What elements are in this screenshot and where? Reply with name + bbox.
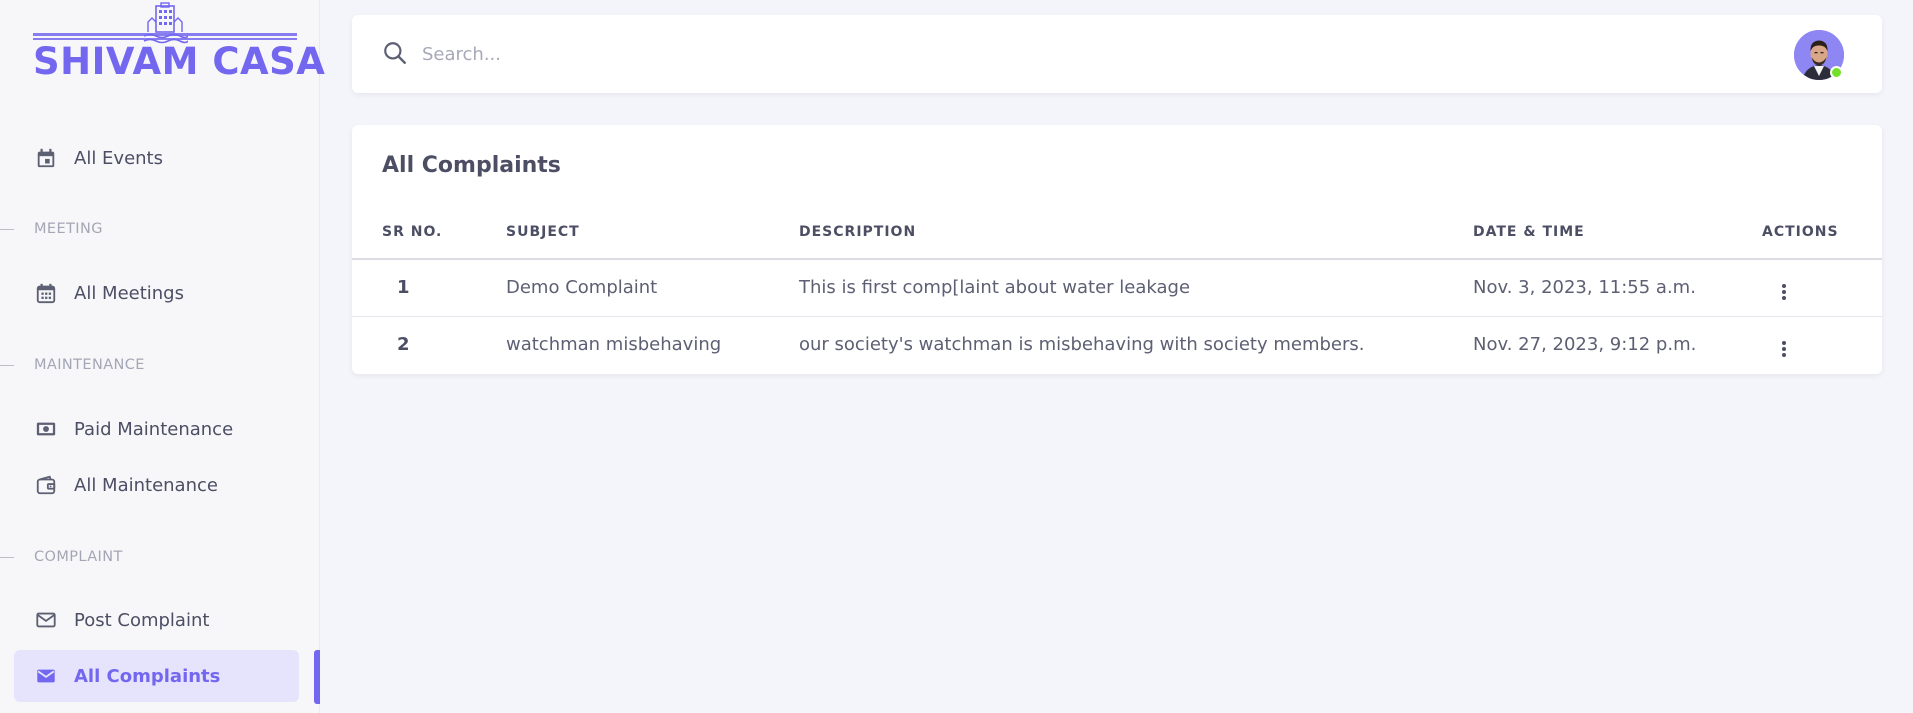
column-header-sr-no: SR NO. bbox=[382, 224, 443, 240]
section-title: MAINTENANCE bbox=[34, 357, 145, 373]
section-header-meeting: MEETING bbox=[0, 219, 103, 239]
sidebar-item-label: All Complaints bbox=[74, 665, 221, 687]
sidebar-item-label: All Events bbox=[74, 147, 163, 169]
column-header-subject: SUBJECT bbox=[506, 224, 580, 240]
sidebar-item-paid-maintenance[interactable]: Paid Maintenance bbox=[14, 403, 299, 455]
column-header-actions: ACTIONS bbox=[1762, 224, 1839, 240]
cell-sr-no: 1 bbox=[397, 277, 410, 298]
sidebar-item-all-maintenance[interactable]: All Maintenance bbox=[14, 459, 299, 511]
section-title: MEETING bbox=[34, 221, 103, 237]
sidebar-item-label: All Maintenance bbox=[74, 474, 218, 496]
cell-description: our society's watchman is misbehaving wi… bbox=[799, 334, 1365, 355]
calendar-grid-icon bbox=[34, 281, 58, 305]
section-title: COMPLAINT bbox=[34, 549, 123, 565]
complaints-card: All Complaints SR NO. SUBJECT DESCRIPTIO… bbox=[352, 125, 1882, 374]
section-divider bbox=[0, 364, 14, 366]
more-vertical-icon[interactable] bbox=[1772, 337, 1796, 361]
sidebar: SHIVAM CASA All Events MEETING All Meeti… bbox=[0, 0, 326, 713]
sidebar-item-label: Paid Maintenance bbox=[74, 418, 234, 440]
cell-date-time: Nov. 3, 2023, 11:55 a.m. bbox=[1473, 277, 1696, 298]
cell-description: This is first comp[laint about water lea… bbox=[799, 277, 1191, 298]
mail-filled-icon bbox=[34, 664, 58, 688]
app-root: SHIVAM CASA All Events MEETING All Meeti… bbox=[0, 0, 1913, 713]
section-divider bbox=[0, 556, 14, 558]
calendar-icon bbox=[34, 146, 58, 170]
online-status-indicator bbox=[1830, 66, 1843, 79]
row-divider bbox=[352, 316, 1882, 317]
building-icon bbox=[143, 2, 188, 44]
cell-subject: Demo Complaint bbox=[506, 277, 658, 298]
table-header-divider bbox=[352, 258, 1882, 260]
sidebar-item-all-events[interactable]: All Events bbox=[14, 132, 299, 184]
section-header-complaint: COMPLAINT bbox=[0, 547, 123, 567]
section-header-maintenance: MAINTENANCE bbox=[0, 355, 145, 375]
active-indicator bbox=[314, 650, 320, 704]
cell-sr-no: 2 bbox=[397, 334, 410, 355]
section-divider bbox=[0, 228, 14, 230]
mail-outline-icon bbox=[34, 608, 58, 632]
top-navbar bbox=[352, 15, 1882, 93]
sidebar-item-label: All Meetings bbox=[74, 282, 184, 304]
wallet-icon bbox=[34, 473, 58, 497]
column-header-date-time: DATE & TIME bbox=[1473, 224, 1585, 240]
brand-logo[interactable]: SHIVAM CASA bbox=[33, 0, 326, 86]
cash-icon bbox=[34, 417, 58, 441]
sidebar-item-all-meetings[interactable]: All Meetings bbox=[14, 267, 299, 319]
column-header-description: DESCRIPTION bbox=[799, 224, 917, 240]
sidebar-item-post-complaint[interactable]: Post Complaint bbox=[14, 594, 299, 646]
cell-subject: watchman misbehaving bbox=[506, 334, 722, 355]
sidebar-item-label: Post Complaint bbox=[74, 609, 210, 631]
sidebar-item-all-complaints[interactable]: All Complaints bbox=[14, 650, 299, 702]
cell-date-time: Nov. 27, 2023, 9:12 p.m. bbox=[1473, 334, 1697, 355]
more-vertical-icon[interactable] bbox=[1772, 280, 1796, 304]
brand-name: SHIVAM CASA bbox=[33, 40, 326, 83]
card-title: All Complaints bbox=[382, 153, 561, 178]
search-icon[interactable] bbox=[382, 40, 408, 66]
search-input[interactable] bbox=[422, 33, 682, 75]
